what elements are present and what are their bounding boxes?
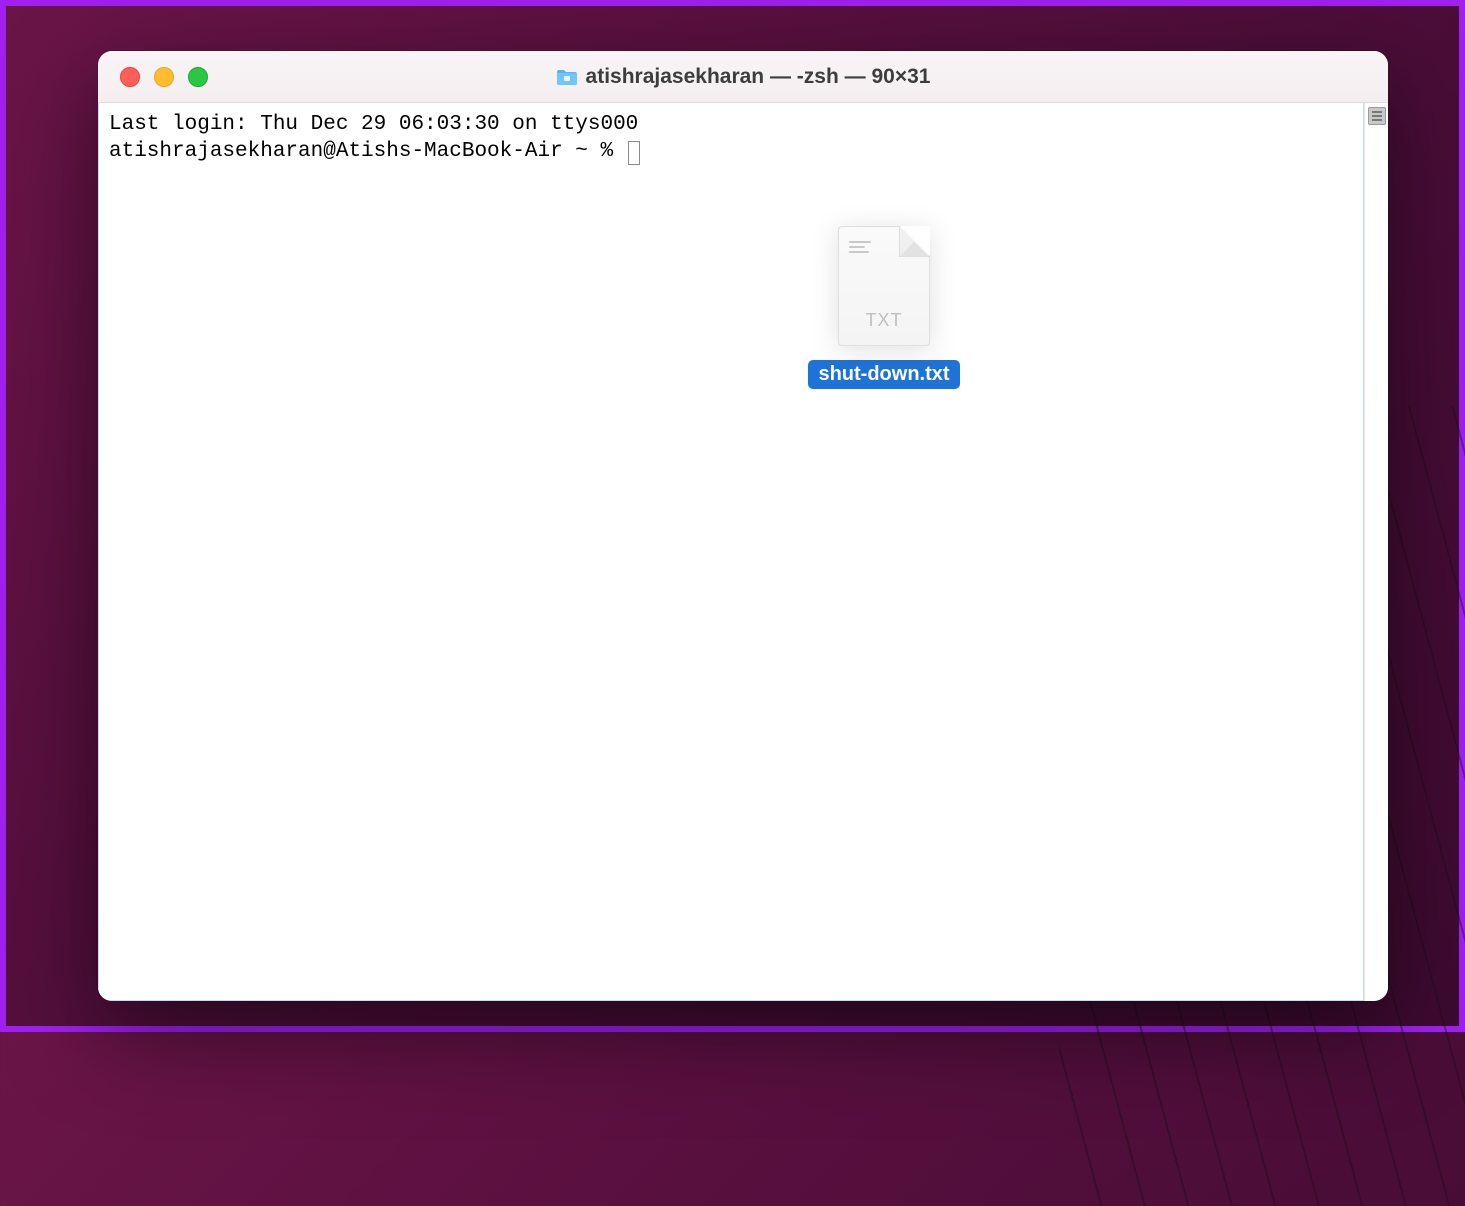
scrollbar-grip-icon[interactable] xyxy=(1368,107,1386,125)
minimize-button[interactable] xyxy=(154,67,174,87)
terminal-body: Last login: Thu Dec 29 06:03:30 on ttys0… xyxy=(98,103,1388,1001)
file-name-badge: shut-down.txt xyxy=(808,360,959,389)
window-controls xyxy=(98,67,208,87)
scrollbar-track[interactable] xyxy=(1364,103,1388,1001)
cursor-icon xyxy=(628,141,640,165)
last-login-line: Last login: Thu Dec 29 06:03:30 on ttys0… xyxy=(109,113,638,136)
title-center: atishrajasekharan — -zsh — 90×31 xyxy=(98,65,1388,89)
window-title: atishrajasekharan — -zsh — 90×31 xyxy=(586,65,931,89)
window-titlebar[interactable]: atishrajasekharan — -zsh — 90×31 xyxy=(98,51,1388,103)
dragged-file[interactable]: TXT shut-down.txt xyxy=(794,226,974,389)
folder-icon xyxy=(556,68,578,86)
terminal-content[interactable]: Last login: Thu Dec 29 06:03:30 on ttys0… xyxy=(98,103,1364,1001)
maximize-button[interactable] xyxy=(188,67,208,87)
shell-prompt: atishrajasekharan@Atishs-MacBook-Air ~ % xyxy=(109,140,626,163)
file-ext-label: TXT xyxy=(839,310,929,331)
terminal-window[interactable]: atishrajasekharan — -zsh — 90×31 Last lo… xyxy=(98,51,1388,1001)
txt-file-icon: TXT xyxy=(838,226,930,346)
close-button[interactable] xyxy=(120,67,140,87)
